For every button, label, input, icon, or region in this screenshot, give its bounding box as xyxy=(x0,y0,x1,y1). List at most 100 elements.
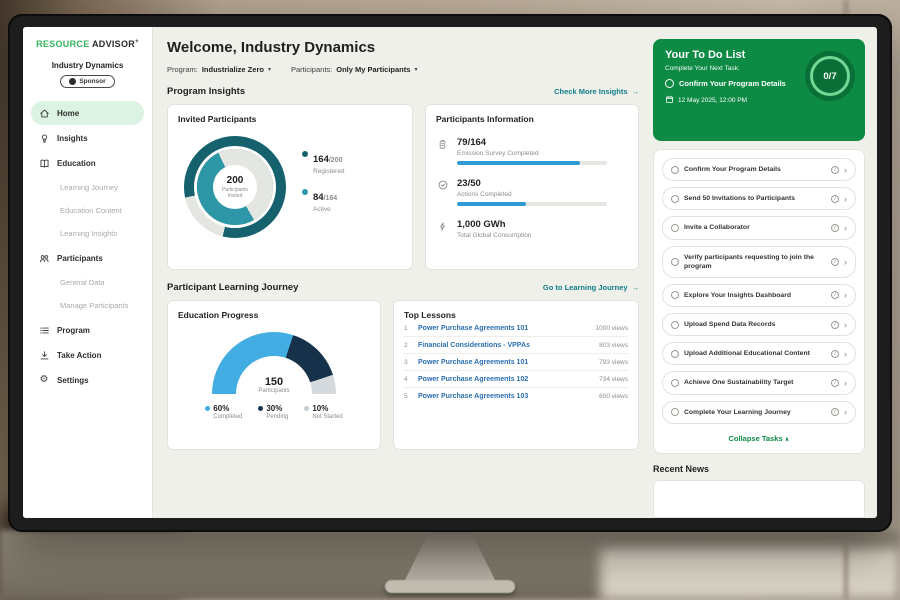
lesson-link[interactable]: Financial Considerations - VPPAs xyxy=(418,342,592,349)
action-arrow-icon xyxy=(38,350,50,361)
info-icon[interactable]: i xyxy=(831,258,839,266)
info-icon[interactable]: i xyxy=(831,350,839,358)
stat-label: Total Global Consumption xyxy=(457,232,531,239)
checkbox-icon[interactable] xyxy=(665,79,674,88)
lesson-row[interactable]: 4 Power Purchase Agreements 102 734 view… xyxy=(404,371,628,388)
chevron-right-icon[interactable]: › xyxy=(844,379,847,387)
gear-icon: ⚙ xyxy=(38,375,50,385)
legend-total: /164 xyxy=(324,195,338,202)
chevron-right-icon[interactable]: › xyxy=(844,166,847,174)
sponsor-badge[interactable]: Sponsor xyxy=(60,75,114,88)
checkbox-icon[interactable] xyxy=(671,350,679,358)
lesson-rank: 5 xyxy=(404,393,411,400)
main-content: Welcome, Industry Dynamics Program: Indu… xyxy=(153,27,653,518)
due-date-label: 12 May 2025, 12:00 PM xyxy=(678,97,747,104)
sidebar-item-manage-participants[interactable]: Manage Participants xyxy=(23,294,152,317)
chevron-down-icon: ▾ xyxy=(268,66,271,73)
chevron-right-icon[interactable]: › xyxy=(844,258,847,266)
lesson-link[interactable]: Power Purchase Agreements 102 xyxy=(418,376,592,383)
chevron-right-icon[interactable]: › xyxy=(844,291,847,299)
check-more-insights-link[interactable]: Check More Insights → xyxy=(554,87,639,96)
checkbox-icon[interactable] xyxy=(671,166,679,174)
sidebar-item-label: Program xyxy=(57,326,90,335)
pending-dot-icon xyxy=(258,406,263,411)
task-item[interactable]: Complete Your Learning Journey i › xyxy=(662,401,856,424)
card-title: Top Lessons xyxy=(404,310,628,320)
task-item[interactable]: Upload Additional Educational Content i … xyxy=(662,342,856,365)
sidebar-item-participants[interactable]: Participants xyxy=(31,246,144,270)
chevron-right-icon[interactable]: › xyxy=(844,195,847,203)
section-title: Program Insights xyxy=(167,86,245,97)
lesson-link[interactable]: Power Purchase Agreements 101 xyxy=(418,325,588,332)
progress-ring-track: 0/7 xyxy=(810,56,850,96)
task-label: Achieve One Sustainability Target xyxy=(684,378,826,387)
lesson-views: 803 views xyxy=(599,342,628,349)
program-dropdown[interactable]: Program: Industrialize Zero ▾ xyxy=(167,65,271,74)
checkbox-icon[interactable] xyxy=(671,195,679,203)
task-item[interactable]: Confirm Your Program Details i › xyxy=(662,158,856,181)
sponsor-icon xyxy=(69,78,76,85)
checkbox-icon[interactable] xyxy=(671,379,679,387)
sidebar-item-settings[interactable]: ⚙ Settings xyxy=(31,368,144,392)
checkbox-icon[interactable] xyxy=(671,224,679,232)
info-icon[interactable]: i xyxy=(831,224,839,232)
info-icon[interactable]: i xyxy=(831,408,839,416)
lesson-link[interactable]: Power Purchase Agreements 103 xyxy=(418,393,592,400)
sidebar-item-learning-journey[interactable]: Learning Journey xyxy=(23,176,152,199)
sidebar-item-education[interactable]: Education xyxy=(31,151,144,175)
gauge-center: 150 Participants xyxy=(212,376,336,394)
energy-icon xyxy=(436,219,449,239)
sidebar-item-learning-insights[interactable]: Learning Insights xyxy=(23,222,152,245)
task-item[interactable]: Explore Your Insights Dashboard i › xyxy=(662,284,856,307)
chevron-right-icon[interactable]: › xyxy=(844,224,847,232)
lesson-views: 793 views xyxy=(599,359,628,366)
actions-completed-row: 23/50 Actions Completed xyxy=(436,178,628,206)
lesson-link[interactable]: Power Purchase Agreements 101 xyxy=(418,359,592,366)
task-label: Explore Your Insights Dashboard xyxy=(684,291,826,300)
people-icon xyxy=(38,253,50,264)
program-filter-value: Industrialize Zero xyxy=(202,65,264,74)
recent-news-card xyxy=(653,480,865,518)
go-to-learning-journey-link[interactable]: Go to Learning Journey → xyxy=(543,283,639,292)
info-icon[interactable]: i xyxy=(831,321,839,329)
chevron-right-icon[interactable]: › xyxy=(844,408,847,416)
chevron-right-icon[interactable]: › xyxy=(844,350,847,358)
invited-participants-card: Invited Participants 200 Participants In… xyxy=(167,104,413,270)
checkbox-icon[interactable] xyxy=(671,291,679,299)
legend-item-not-started: 10% Not Started xyxy=(304,404,342,420)
task-item[interactable]: Invite a Collaborator i › xyxy=(662,216,856,239)
sidebar-item-take-action[interactable]: Take Action xyxy=(31,343,144,367)
checkbox-icon[interactable] xyxy=(671,258,679,266)
sidebar-item-insights[interactable]: Insights xyxy=(31,126,144,150)
info-icon[interactable]: i xyxy=(831,379,839,387)
sidebar-item-general-data[interactable]: General Data xyxy=(23,271,152,294)
info-icon[interactable]: i xyxy=(831,166,839,174)
chevron-right-icon[interactable]: › xyxy=(844,321,847,329)
info-icon[interactable]: i xyxy=(831,291,839,299)
lesson-views: 1000 views xyxy=(595,325,628,332)
task-label: Complete Your Learning Journey xyxy=(684,408,826,417)
sidebar-item-education-content[interactable]: Education Content xyxy=(23,199,152,222)
sidebar-item-home[interactable]: Home xyxy=(31,101,144,125)
lesson-row[interactable]: 1 Power Purchase Agreements 101 1000 vie… xyxy=(404,320,628,337)
info-icon[interactable]: i xyxy=(831,195,839,203)
sidebar-item-program[interactable]: Program xyxy=(31,318,144,342)
card-title: Education Progress xyxy=(178,310,370,320)
arrow-right-icon: → xyxy=(632,283,640,292)
checkbox-icon[interactable] xyxy=(671,321,679,329)
lesson-row[interactable]: 5 Power Purchase Agreements 103 600 view… xyxy=(404,388,628,404)
lesson-row[interactable]: 2 Financial Considerations - VPPAs 803 v… xyxy=(404,337,628,354)
task-item[interactable]: Verify participants requesting to join t… xyxy=(662,246,856,278)
task-item[interactable]: Upload Spend Data Records i › xyxy=(662,313,856,336)
sidebar-item-label: Education xyxy=(57,159,96,168)
task-item[interactable]: Send 50 Invitations to Participants i › xyxy=(662,187,856,210)
checkbox-icon[interactable] xyxy=(671,408,679,416)
monitor-frame: RESOURCE ADVISOR+ Industry Dynamics Spon… xyxy=(8,14,892,532)
chevron-down-icon: ▾ xyxy=(414,66,417,73)
lesson-row[interactable]: 3 Power Purchase Agreements 101 793 view… xyxy=(404,354,628,371)
task-item[interactable]: Achieve One Sustainability Target i › xyxy=(662,371,856,394)
card-title: Invited Participants xyxy=(178,114,402,124)
collapse-tasks-link[interactable]: Collapse Tasks ∧ xyxy=(662,430,856,449)
participants-dropdown[interactable]: Participants: Only My Participants ▾ xyxy=(291,65,417,74)
calendar-icon xyxy=(665,95,674,106)
